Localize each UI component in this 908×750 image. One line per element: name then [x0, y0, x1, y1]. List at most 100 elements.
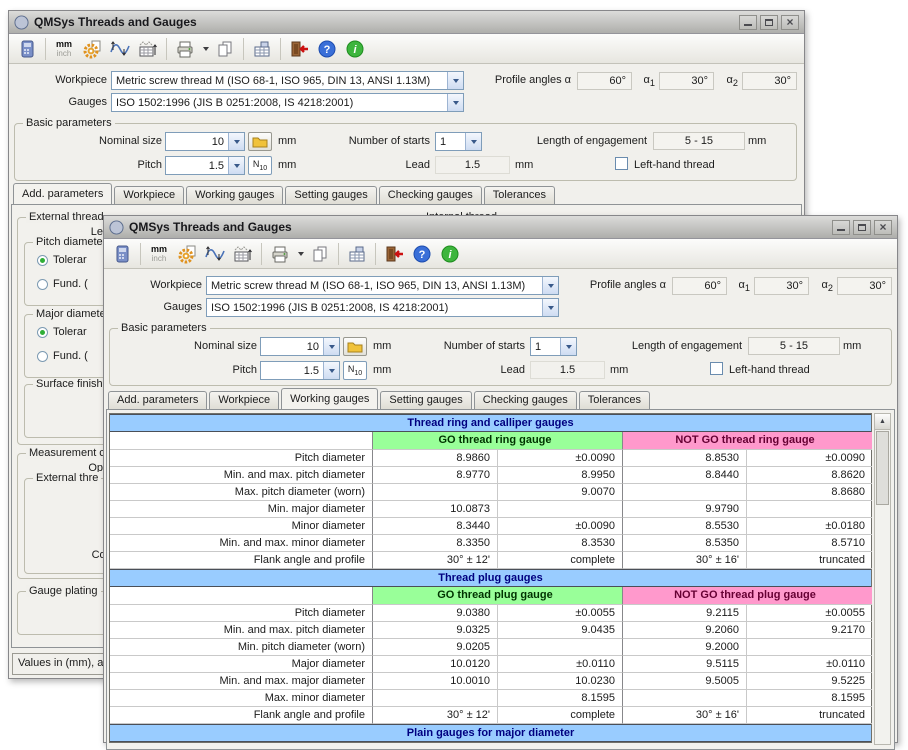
tab-workpiece[interactable]: Workpiece — [209, 391, 279, 409]
workpiece-label: Workpiece — [109, 279, 202, 291]
number-of-starts-combo[interactable]: 1 — [530, 337, 577, 356]
exit-icon[interactable] — [286, 36, 312, 62]
folder-button[interactable] — [248, 132, 272, 151]
left-hand-thread-checkbox[interactable] — [615, 157, 628, 170]
print-options-arrow-icon[interactable] — [295, 241, 305, 267]
row-label-cell: Min. pitch diameter (worn) — [110, 639, 373, 656]
go-header-cell: GO thread plug gauge — [373, 587, 623, 605]
help-icon[interactable]: ? — [409, 241, 435, 267]
value-cell: ±0.0090 — [498, 518, 623, 535]
nominal-size-combo[interactable]: 10 — [260, 337, 340, 356]
tab-workpiece[interactable]: Workpiece — [114, 186, 184, 204]
table-row: Min. and max. major diameter10.001010.02… — [110, 673, 871, 690]
table-row: Min. pitch diameter (worn)9.02059.2000 — [110, 639, 871, 656]
close-button[interactable]: × — [874, 220, 892, 235]
chevron-down-icon[interactable] — [447, 94, 463, 111]
copy-icon[interactable] — [212, 36, 238, 62]
gauges-select[interactable]: ISO 1502:1996 (JIS B 0251:2008, IS 4218:… — [111, 93, 464, 112]
minimize-button[interactable] — [739, 15, 757, 30]
pitch-table-button[interactable]: N10 — [248, 156, 272, 175]
chevron-down-icon[interactable] — [465, 133, 481, 150]
tab-checking-gauges[interactable]: Checking gauges — [474, 391, 577, 409]
fundamental-radio[interactable] — [37, 351, 48, 362]
scrollbar-thumb[interactable] — [876, 431, 889, 505]
copy-icon[interactable] — [307, 241, 333, 267]
maximize-button[interactable] — [760, 15, 778, 30]
titlebar[interactable]: QMSys Threads and Gauges × — [9, 11, 804, 34]
info-icon[interactable]: i — [437, 241, 463, 267]
calculator-icon[interactable] — [109, 241, 135, 267]
tab-tolerances[interactable]: Tolerances — [579, 391, 650, 409]
scroll-up-button[interactable]: ▲ — [875, 414, 890, 430]
nominal-size-combo[interactable]: 10 — [165, 132, 245, 151]
table-scrollbar[interactable]: ▲ — [874, 413, 891, 745]
settings-gear-icon[interactable] — [79, 36, 105, 62]
tolerance-radio[interactable] — [37, 255, 48, 266]
maximize-button[interactable] — [853, 220, 871, 235]
chevron-down-icon[interactable] — [228, 133, 244, 150]
minimize-button[interactable] — [832, 220, 850, 235]
value-cell: 9.0205 — [373, 639, 498, 656]
value-cell: 10.0230 — [498, 673, 623, 690]
table-row: Min. and max. minor diameter8.33508.3530… — [110, 535, 871, 552]
nominal-size-value: 10 — [166, 136, 228, 148]
pitch-combo[interactable]: 1.5 — [165, 156, 245, 175]
value-cell: ±0.0055 — [498, 605, 623, 622]
info-icon[interactable]: i — [342, 36, 368, 62]
value-cell: 8.1595 — [747, 690, 872, 707]
mm-inch-toggle-icon[interactable]: mminch — [51, 36, 77, 62]
thread-table-icon[interactable] — [135, 36, 161, 62]
pitch-table-button[interactable]: N10 — [343, 361, 367, 380]
tab-setting-gauges[interactable]: Setting gauges — [285, 186, 376, 204]
left-hand-thread-checkbox[interactable] — [710, 362, 723, 375]
row-label-cell: Pitch diameter — [110, 450, 373, 467]
value-cell: ±0.0090 — [747, 450, 872, 467]
fundamental-radio[interactable] — [37, 279, 48, 290]
print-options-arrow-icon[interactable] — [200, 36, 210, 62]
tolerance-chart-icon[interactable] — [107, 36, 133, 62]
close-button[interactable]: × — [781, 15, 799, 30]
folder-button[interactable] — [343, 337, 367, 356]
nominal-size-label: Nominal size — [35, 135, 162, 147]
number-of-starts-combo[interactable]: 1 — [435, 132, 482, 151]
header-spacer-cell — [110, 432, 373, 450]
titlebar[interactable]: QMSys Threads and Gauges × — [104, 216, 897, 239]
help-icon[interactable]: ? — [314, 36, 340, 62]
settings-gear-icon[interactable] — [174, 241, 200, 267]
workpiece-select[interactable]: Metric screw thread M (ISO 68-1, ISO 965… — [111, 71, 464, 90]
print-icon[interactable] — [267, 241, 293, 267]
tab-setting-gauges[interactable]: Setting gauges — [380, 391, 471, 409]
chevron-down-icon[interactable] — [323, 362, 339, 379]
number-of-starts-label: Number of starts — [295, 135, 430, 147]
tab-add-parameters[interactable]: Add. parameters — [13, 183, 112, 204]
tolerance-radio[interactable] — [37, 327, 48, 338]
tab-working-gauges[interactable]: Working gauges — [186, 186, 283, 204]
chevron-down-icon[interactable] — [560, 338, 576, 355]
tab-tolerances[interactable]: Tolerances — [484, 186, 555, 204]
chevron-down-icon[interactable] — [228, 157, 244, 174]
tolerance-chart-icon[interactable] — [202, 241, 228, 267]
value-cell — [747, 639, 872, 656]
mm-inch-toggle-icon[interactable]: mminch — [146, 241, 172, 267]
section-header: Thread plug gauges — [110, 569, 871, 587]
exit-icon[interactable] — [381, 241, 407, 267]
report-icon[interactable] — [249, 36, 275, 62]
report-icon[interactable] — [344, 241, 370, 267]
pitch-combo[interactable]: 1.5 — [260, 361, 340, 380]
gauges-select[interactable]: ISO 1502:1996 (JIS B 0251:2008, IS 4218:… — [206, 298, 559, 317]
tab-working-gauges[interactable]: Working gauges — [281, 388, 378, 409]
chevron-down-icon[interactable] — [542, 299, 558, 316]
value-cell: 30° ± 16' — [623, 552, 747, 569]
print-icon[interactable] — [172, 36, 198, 62]
thread-table-icon[interactable] — [230, 241, 256, 267]
alpha1-field: 30° — [754, 277, 809, 295]
number-of-starts-label: Number of starts — [390, 340, 525, 352]
fundamental-radio-label: Fund. ( — [53, 278, 88, 290]
value-cell: 9.5225 — [747, 673, 872, 690]
chevron-down-icon[interactable] — [323, 338, 339, 355]
tab-checking-gauges[interactable]: Checking gauges — [379, 186, 482, 204]
workpiece-select[interactable]: Metric screw thread M (ISO 68-1, ISO 965… — [206, 276, 559, 295]
d-label-fragment: D — [33, 511, 113, 523]
tab-add-parameters[interactable]: Add. parameters — [108, 391, 207, 409]
calculator-icon[interactable] — [14, 36, 40, 62]
